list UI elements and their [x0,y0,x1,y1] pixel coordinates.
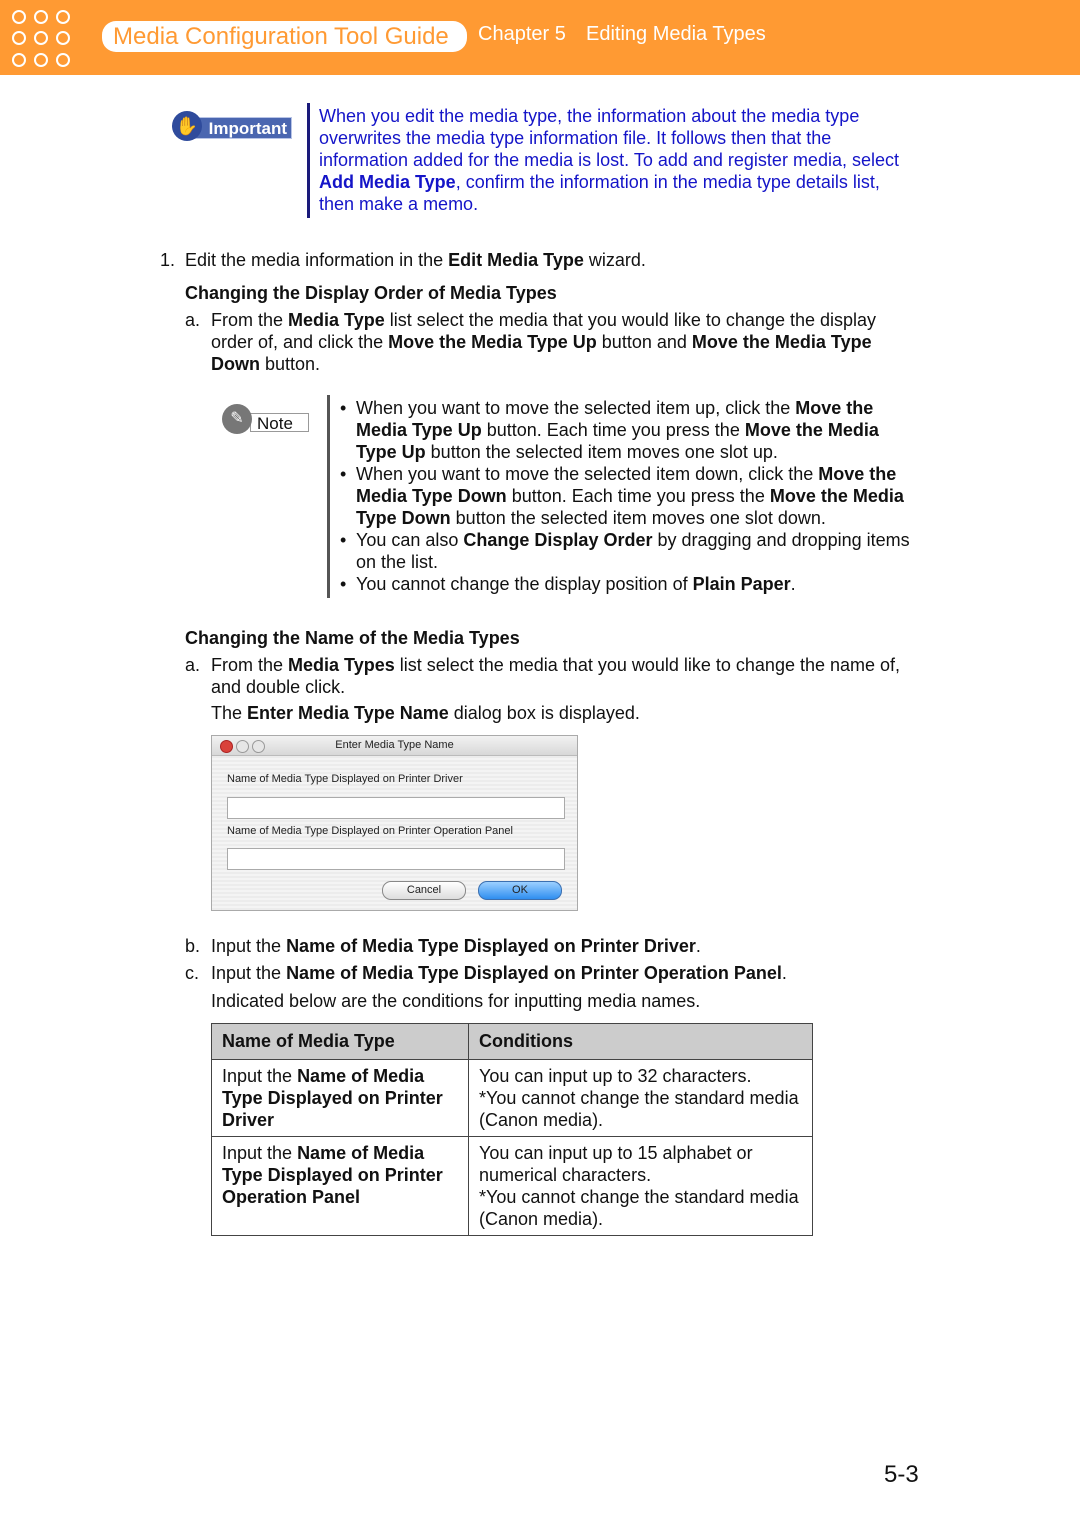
media-type-cell: Input the Name of Media Type Displayed o… [211,1059,469,1137]
minimize-icon[interactable] [236,740,249,753]
note-bullet: You can also Change Display Order by dra… [340,529,920,573]
text-run: button and [596,332,692,352]
bold-term: Media Types [288,655,395,675]
note-bullet: You cannot change the display position o… [340,573,920,595]
column-header: Conditions [468,1023,813,1060]
text-run: button the selected item moves one slot … [425,442,778,462]
page-number: 5-3 [884,1461,919,1488]
bold-term: Enter Media Type Name [247,703,449,723]
bold-term: Edit Media Type [448,250,584,270]
item-text: Indicated below are the conditions for i… [211,990,700,1012]
text-run: dialog box is displayed. [448,703,640,723]
bold-term: Change Display Order [463,530,653,550]
text-run: Input the [222,1143,298,1163]
bold-term: Name of Media Type Displayed on Printer … [286,963,782,983]
important-badge: Important ✋ [172,111,292,141]
text-run: . [781,963,787,983]
enter-media-type-name-dialog: Enter Media Type Name Name of Media Type… [211,735,578,911]
hand-icon: ✋ [172,111,202,141]
header-bar: Media Configuration Tool Guide Chapter 5… [0,0,1080,75]
text-run: Edit the media information in the [185,250,449,270]
note-list: When you want to move the selected item … [340,397,920,595]
item-label: b. [185,936,201,956]
note-badge: Note ✎ [222,404,310,434]
note-divider [327,395,330,598]
item-text: From the Media Type list select the medi… [211,309,923,375]
text-run: Input the [211,963,287,983]
pencil-icon: ✎ [222,404,252,434]
item-label: c. [185,963,200,983]
item-text: From the Media Types list select the med… [211,654,923,698]
text-run: When you want to move the selected item … [356,464,819,484]
panel-name-input[interactable] [227,848,565,870]
text-run: *You cannot change the standard media (C… [479,1187,799,1229]
text-run: Input the [222,1066,298,1086]
text-run: wizard. [583,250,646,270]
text-run: When you want to move the selected item … [356,398,796,418]
text-run: You can also [356,530,464,550]
table-row: Input the Name of Media Type Displayed o… [211,1059,813,1137]
section-heading: Changing the Name of the Media Types [185,628,520,648]
item-label: a. [185,310,201,330]
text-run: button. [260,354,321,374]
note-bullet: When you want to move the selected item … [340,397,920,463]
text-run: The [211,703,248,723]
panel-name-label: Name of Media Type Displayed on Printer … [227,825,513,837]
section-heading: Changing the Display Order of Media Type… [185,283,557,303]
important-divider [307,103,310,218]
text-run: button. Each time you press the [506,486,770,506]
chapter-link[interactable]: Chapter 5 [478,23,566,46]
text-run: You can input up to 15 alphabet or numer… [479,1143,753,1185]
text-run: You cannot change the display position o… [356,574,693,594]
important-label: Important [194,117,292,139]
item-label: a. [185,655,201,675]
bold-term: Name of Media Type Displayed on Printer … [286,936,696,956]
driver-name-input[interactable] [227,797,565,819]
item-text: Input the Name of Media Type Displayed o… [211,962,787,984]
step-text: Edit the media information in the Edit M… [185,249,646,271]
dialog-title: Enter Media Type Name [335,739,454,751]
column-header: Name of Media Type [211,1023,469,1060]
bold-term: Add Media Type [319,172,456,192]
driver-name-label: Name of Media Type Displayed on Printer … [227,773,463,785]
step-number: 1. [160,250,176,270]
note-bullet: When you want to move the selected item … [340,463,920,529]
text-run: *You cannot change the standard media (C… [479,1088,799,1130]
item-text: Input the Name of Media Type Displayed o… [211,935,701,957]
text-run: . [790,574,796,594]
text-run: You can input up to 32 characters. [479,1066,752,1086]
section-link[interactable]: Editing Media Types [586,23,766,46]
text-run: Indicated below are the conditions for i… [211,991,701,1011]
table-header-row: Name of Media Type Conditions [211,1023,813,1060]
zoom-icon[interactable] [252,740,265,753]
text-run: From the [211,310,289,330]
dialog-titlebar: Enter Media Type Name [212,736,577,756]
important-text: When you edit the media type, the inform… [319,105,919,215]
item-text: The Enter Media Type Name dialog box is … [211,702,640,724]
text-run: When you edit the media type, the inform… [319,106,899,170]
media-type-cell: Input the Name of Media Type Displayed o… [211,1136,469,1236]
note-label: Note [250,413,309,433]
text-run: button. Each time you press the [481,420,745,440]
ok-button[interactable]: OK [478,881,562,900]
conditions-table: Name of Media Type Conditions Input the … [211,1023,813,1236]
text-run: button the selected item moves one slot … [450,508,826,528]
text-run: . [695,936,701,956]
bold-term: Plain Paper [692,574,791,594]
conditions-cell: You can input up to 32 characters. *You … [468,1059,813,1137]
cancel-button[interactable]: Cancel [382,881,466,900]
guide-title[interactable]: Media Configuration Tool Guide [102,21,467,52]
text-run: From the [211,655,289,675]
bold-term: Move the Media Type Up [388,332,597,352]
text-run: Input the [211,936,287,956]
close-icon[interactable] [220,740,233,753]
bold-term: Media Type [288,310,385,330]
table-row: Input the Name of Media Type Displayed o… [211,1136,813,1236]
conditions-cell: You can input up to 15 alphabet or numer… [468,1136,813,1236]
